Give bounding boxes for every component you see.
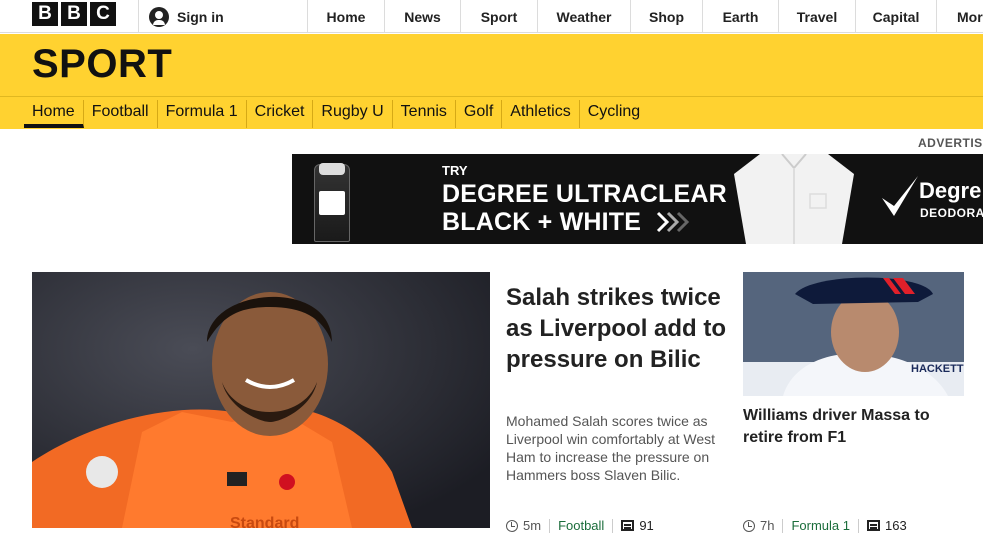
side-story-headline[interactable]: Williams driver Massa to retire from F1 (743, 405, 968, 449)
global-nav-news[interactable]: News (384, 0, 460, 33)
massa-photo: HACKETT (743, 272, 964, 396)
sport-nav-formula-1[interactable]: Formula 1 (158, 100, 247, 128)
bbc-logo[interactable]: B B C (32, 2, 116, 26)
global-nav-weather[interactable]: Weather (537, 0, 630, 33)
comments-icon (867, 520, 880, 531)
lead-story-headline[interactable]: Salah strikes twice as Liverpool add to … (506, 282, 730, 375)
clock-icon (506, 519, 518, 532)
advertisement-label: ADVERTISE (918, 136, 983, 150)
sport-nav-rugby-union[interactable]: Rugby U (313, 100, 393, 128)
global-nav-sport[interactable]: Sport (460, 0, 537, 33)
user-icon (149, 6, 169, 27)
clock-icon (743, 519, 755, 532)
side-story-time: 7h (760, 518, 775, 533)
meta-separator (612, 518, 614, 533)
sport-nav-divider (0, 96, 983, 97)
global-header: B B C Sign in Home News Sport Weather Sh… (0, 0, 983, 33)
jersey-sponsor-text: Standard (230, 515, 299, 528)
product-label (319, 191, 345, 215)
sport-masthead: SPORT Home Football Formula 1 Cricket Ru… (0, 34, 983, 129)
sport-nav-athletics[interactable]: Athletics (502, 100, 580, 128)
global-nav-home[interactable]: Home (307, 0, 384, 33)
ad-brand-subtitle: DEODORA (920, 206, 983, 220)
lead-story-section-link[interactable]: Football (558, 518, 604, 533)
lead-story-summary: Mohamed Salah scores twice as Liverpool … (506, 413, 716, 483)
salah-photo: Standard (32, 272, 490, 528)
signin-link[interactable]: Sign in (138, 0, 308, 33)
deodorant-product-image (314, 163, 350, 242)
bbc-logo-letter: B (61, 2, 87, 26)
lead-story-comment-count[interactable]: 91 (639, 518, 653, 533)
sport-nav-football[interactable]: Football (84, 100, 158, 128)
lead-story-image[interactable]: Standard (32, 272, 490, 528)
global-nav-more[interactable]: Mor (936, 0, 983, 33)
meta-separator (858, 518, 859, 533)
side-story-meta: 7h Formula 1 163 (743, 518, 907, 533)
degree-check-icon (882, 176, 918, 216)
signin-label: Sign in (177, 8, 224, 25)
sport-title[interactable]: SPORT (32, 42, 172, 87)
global-nav-earth[interactable]: Earth (702, 0, 778, 33)
product-cap (319, 163, 345, 175)
bbc-logo-letter: C (90, 2, 116, 26)
ad-headline-line-2: BLACK + WHITE (442, 208, 642, 236)
side-story-section-link[interactable]: Formula 1 (791, 518, 850, 533)
global-nav: Home News Sport Weather Shop Earth Trave… (307, 0, 983, 33)
meta-separator (549, 518, 551, 533)
sport-nav-cricket[interactable]: Cricket (247, 100, 314, 128)
sport-nav-cycling[interactable]: Cycling (580, 100, 648, 128)
lead-story-time: 5m (523, 518, 542, 533)
ad-headline-line-1: DEGREE ULTRACLEAR (442, 180, 727, 208)
side-story-image[interactable]: HACKETT (743, 272, 964, 396)
sport-nav-home[interactable]: Home (24, 100, 84, 128)
global-nav-travel[interactable]: Travel (778, 0, 855, 33)
sport-nav: Home Football Formula 1 Cricket Rugby U … (24, 100, 648, 128)
sport-nav-golf[interactable]: Golf (456, 100, 503, 128)
bbc-logo-letter: B (32, 2, 58, 26)
sport-nav-tennis[interactable]: Tennis (393, 100, 456, 128)
meta-separator (782, 518, 784, 533)
side-story-comment-count[interactable]: 163 (885, 518, 907, 533)
shirt-sponsor-text: HACKETT (911, 363, 964, 375)
ad-brand-name: Degre (919, 178, 982, 203)
comments-icon (621, 520, 635, 531)
chevrons-icon (656, 211, 690, 233)
global-nav-shop[interactable]: Shop (630, 0, 702, 33)
ad-try-text: TRY (442, 163, 468, 178)
advertisement-banner[interactable]: TRY DEGREE ULTRACLEAR BLACK + WHITE Degr… (292, 154, 983, 244)
white-shirt-image (734, 154, 854, 244)
global-nav-capital[interactable]: Capital (855, 0, 936, 33)
lead-story-meta: 5m Football 91 (506, 518, 654, 533)
